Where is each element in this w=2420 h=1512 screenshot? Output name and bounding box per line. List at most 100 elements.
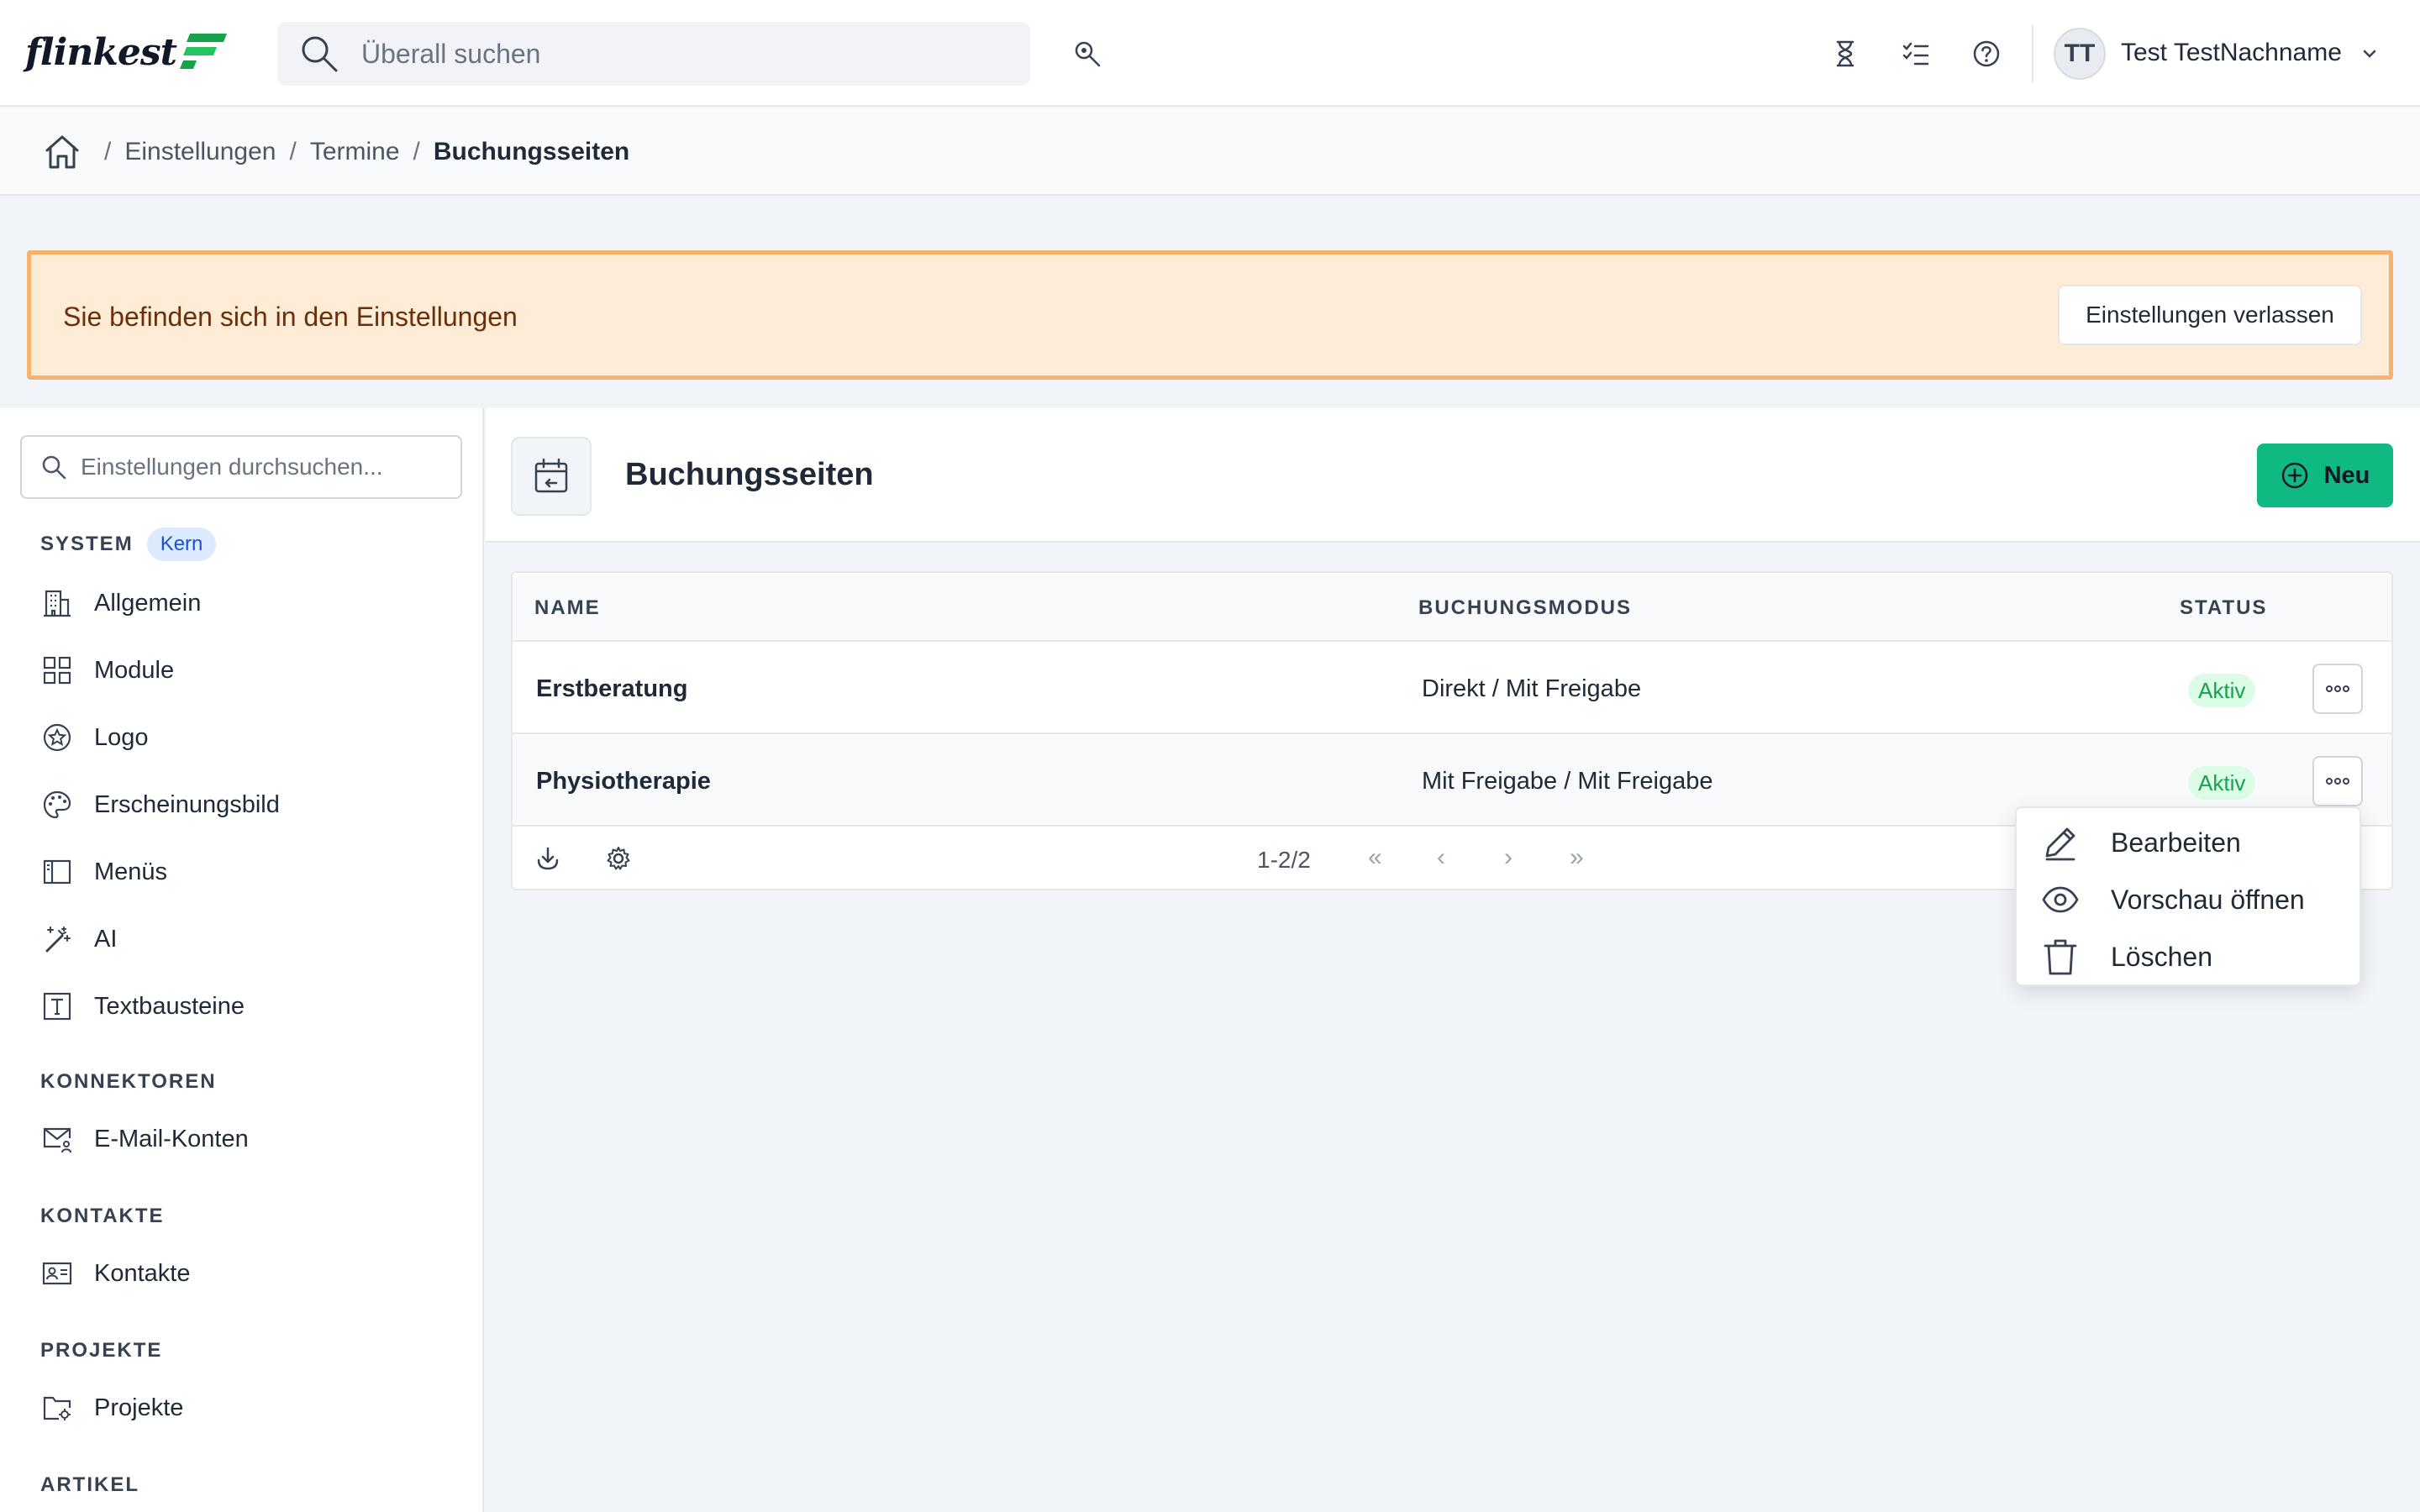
settings-sidebar: SYSTEM Kern Allgemein Module Logo Ersche… bbox=[0, 408, 484, 1512]
settings-banner: Sie befinden sich in den Einstellungen E… bbox=[27, 250, 2393, 380]
sidebar-item-label: Kontakte bbox=[94, 1259, 191, 1287]
sidebar-item-label: Projekte bbox=[94, 1394, 184, 1421]
menu-item-label: Löschen bbox=[2111, 941, 2212, 972]
column-header-name[interactable]: NAME bbox=[534, 596, 601, 620]
sidebar-item-ai[interactable]: AI bbox=[40, 921, 117, 958]
logo-mark-icon bbox=[179, 34, 227, 69]
sidebar-item-projekte[interactable]: Projekte bbox=[40, 1389, 183, 1426]
column-header-status[interactable]: STATUS bbox=[2180, 596, 2267, 620]
breadcrumb-separator: / bbox=[413, 138, 420, 165]
eye-icon bbox=[2042, 886, 2079, 913]
avatar-initials: TT bbox=[2064, 39, 2096, 67]
section-title: SYSTEM bbox=[40, 533, 134, 555]
sidebar-item-erscheinungsbild[interactable]: Erscheinungsbild bbox=[40, 786, 280, 823]
row-name[interactable]: Physiotherapie bbox=[536, 768, 711, 795]
new-button[interactable]: Neu bbox=[2257, 444, 2393, 507]
leave-settings-button[interactable]: Einstellungen verlassen bbox=[2058, 285, 2362, 345]
hourglass-icon[interactable] bbox=[1830, 39, 1860, 69]
help-icon[interactable] bbox=[1971, 39, 2002, 69]
pagination-first[interactable]: « bbox=[1368, 843, 1382, 872]
kern-badge: Kern bbox=[146, 528, 217, 561]
sidebar-item-module[interactable]: Module bbox=[40, 652, 174, 689]
folder-settings-icon bbox=[40, 1391, 74, 1425]
page-icon-box bbox=[511, 437, 592, 516]
pagination-next[interactable]: › bbox=[1504, 843, 1512, 872]
menu-item-vorschau-oeffnen[interactable]: Vorschau öffnen bbox=[2040, 879, 2305, 921]
pencil-icon bbox=[2045, 827, 2075, 861]
section-artikel: ARTIKEL bbox=[40, 1473, 139, 1497]
menu-item-label: Bearbeiten bbox=[2111, 827, 2241, 858]
sidebar-item-label: Menüs bbox=[94, 858, 168, 885]
breadcrumb-separator: / bbox=[104, 138, 112, 165]
sidebar-item-label: Logo bbox=[94, 723, 149, 751]
table-row[interactable]: Erstberatung Direkt / Mit Freigabe Aktiv bbox=[513, 642, 2391, 734]
plus-circle-icon bbox=[2281, 462, 2307, 489]
sidebar-item-allgemein[interactable]: Allgemein bbox=[40, 585, 201, 622]
app-logo[interactable]: flinkest bbox=[25, 30, 229, 74]
mail-user-icon bbox=[40, 1122, 74, 1156]
grid-icon bbox=[40, 654, 74, 687]
page-header: Buchungsseiten Neu bbox=[486, 408, 2420, 543]
calendar-import-icon bbox=[534, 458, 568, 493]
menu-item-label: Vorschau öffnen bbox=[2111, 884, 2305, 915]
user-name[interactable]: Test TestNachname bbox=[2121, 39, 2342, 67]
tasks-checklist-icon[interactable] bbox=[1901, 39, 1931, 69]
search-icon bbox=[42, 455, 66, 480]
sidebar-item-label: Module bbox=[94, 656, 175, 684]
pagination-range: 1-2/2 bbox=[1257, 847, 1311, 873]
magic-wand-icon bbox=[40, 922, 74, 956]
sidebar-item-label: Erscheinungsbild bbox=[94, 790, 280, 818]
settings-gear-icon[interactable] bbox=[605, 845, 632, 872]
new-button-label: Neu bbox=[2323, 461, 2370, 489]
sidebar-item-logo[interactable]: Logo bbox=[40, 719, 149, 756]
sidebar-item-label: Allgemein bbox=[94, 589, 202, 617]
global-search-input[interactable] bbox=[361, 38, 1000, 70]
row-name[interactable]: Erstberatung bbox=[536, 675, 687, 703]
row-actions-button[interactable] bbox=[2312, 664, 2363, 714]
status-badge: Aktiv bbox=[2188, 766, 2256, 800]
banner-text: Sie befinden sich in den Einstellungen bbox=[63, 302, 518, 332]
star-badge-icon bbox=[40, 721, 74, 754]
sidebar-item-email-konten[interactable]: E-Mail-Konten bbox=[40, 1121, 249, 1158]
menu-item-loeschen[interactable]: Löschen bbox=[2040, 936, 2212, 978]
breadcrumb: / Einstellungen / Termine / Buchungsseit… bbox=[42, 130, 629, 174]
sidebar-item-textbausteine[interactable]: Textbausteine bbox=[40, 988, 245, 1025]
sidebar-item-label: AI bbox=[94, 925, 118, 953]
contact-card-icon bbox=[40, 1257, 74, 1290]
advanced-search-icon[interactable] bbox=[1072, 39, 1102, 69]
section-title: PROJEKTE bbox=[40, 1339, 163, 1362]
palette-icon bbox=[40, 788, 74, 822]
table-header: NAME BUCHUNGSMODUS STATUS bbox=[513, 573, 2391, 642]
logo-text: flinkest bbox=[25, 30, 177, 74]
chevron-down-icon[interactable] bbox=[2361, 45, 2378, 62]
top-bar: flinkest TT Test TestNachname bbox=[0, 0, 2420, 107]
row-booking-mode: Direkt / Mit Freigabe bbox=[1422, 675, 1642, 702]
home-icon[interactable] bbox=[42, 132, 82, 172]
row-actions-menu: Bearbeiten Vorschau öffnen Löschen bbox=[2015, 806, 2361, 986]
breadcrumb-bar: / Einstellungen / Termine / Buchungsseit… bbox=[0, 108, 2420, 196]
breadcrumb-item-einstellungen[interactable]: Einstellungen bbox=[124, 138, 276, 166]
pagination-prev[interactable]: ‹ bbox=[1437, 843, 1445, 872]
menu-item-bearbeiten[interactable]: Bearbeiten bbox=[2040, 822, 2241, 864]
settings-search-input[interactable] bbox=[81, 454, 450, 480]
row-actions-button[interactable] bbox=[2312, 756, 2363, 806]
user-avatar[interactable]: TT bbox=[2054, 28, 2106, 80]
section-kontakte: KONTAKTE bbox=[40, 1205, 165, 1228]
status-badge: Aktiv bbox=[2188, 674, 2256, 707]
breadcrumb-current: Buchungsseiten bbox=[433, 138, 630, 165]
column-header-buchungsmodus[interactable]: BUCHUNGSMODUS bbox=[1418, 596, 1632, 620]
breadcrumb-separator: / bbox=[289, 138, 297, 165]
sidebar-item-menus[interactable]: Menüs bbox=[40, 853, 167, 890]
settings-search-bar[interactable] bbox=[20, 435, 462, 499]
download-icon[interactable] bbox=[534, 845, 561, 872]
topbar-divider bbox=[2032, 25, 2033, 82]
search-icon bbox=[302, 36, 338, 72]
row-booking-mode: Mit Freigabe / Mit Freigabe bbox=[1422, 768, 1713, 795]
section-title: KONTAKTE bbox=[40, 1205, 165, 1227]
sidebar-item-label: E-Mail-Konten bbox=[94, 1125, 249, 1152]
global-search-bar[interactable] bbox=[277, 22, 1030, 86]
sidebar-item-kontakte[interactable]: Kontakte bbox=[40, 1255, 190, 1292]
breadcrumb-item-termine[interactable]: Termine bbox=[310, 138, 400, 166]
pagination-last[interactable]: » bbox=[1570, 843, 1584, 872]
text-box-icon bbox=[40, 990, 74, 1023]
